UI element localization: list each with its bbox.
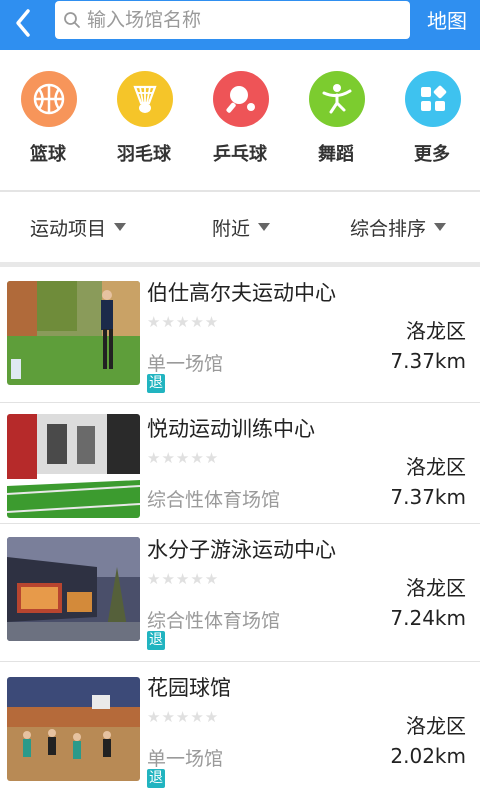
shuttlecock-icon [117,71,173,127]
venue-item[interactable]: 悦动运动训练中心 ★★★★★ 洛龙区 综合性体育场馆 7.37km [0,403,480,524]
dropdown-triangle-icon [258,223,271,231]
venue-list: 伯仕高尔夫运动中心 ★★★★★ 洛龙区 单一场馆 7.37km 退 悦动运动训练… [0,267,480,800]
venue-type: 综合性体育场馆 [147,610,281,632]
venue-photo-gym [7,414,140,518]
venue-item[interactable]: 伯仕高尔夫运动中心 ★★★★★ 洛龙区 单一场馆 7.37km 退 [0,267,480,403]
rating-stars: ★★★★★ [147,570,220,588]
category-label: 羽毛球 [117,144,171,165]
refund-badge: 退 [147,374,165,393]
dropdown-triangle-icon [114,223,127,231]
filter-label: 综合排序 [350,217,427,240]
venue-distance: 2.02km [390,744,466,768]
venue-type: 单一场馆 [147,353,224,375]
venue-photo-court [7,677,140,781]
category-badminton[interactable]: 羽毛球 [96,50,192,190]
search-box[interactable] [55,1,410,39]
filter-nearby[interactable]: 附近 [212,214,271,240]
filter-label: 附近 [212,217,251,240]
rating-stars: ★★★★★ [147,708,220,726]
venue-name: 悦动运动训练中心 [147,417,315,441]
category-basketball[interactable]: 篮球 [0,50,96,190]
venue-item[interactable]: 水分子游泳运动中心 ★★★★★ 洛龙区 综合性体育场馆 7.24km 退 [0,524,480,662]
venue-distance: 7.37km [390,485,466,509]
filter-sort[interactable]: 综合排序 [350,214,447,240]
category-label: 乒乓球 [213,144,267,165]
venue-type: 单一场馆 [147,748,224,770]
top-bar: 地图 [0,0,480,50]
rating-stars: ★★★★★ [147,449,220,467]
basketball-icon [21,71,77,127]
category-label: 篮球 [30,144,66,165]
search-input[interactable] [87,1,402,39]
filter-bar: 运动项目 附近 综合排序 [0,192,480,262]
venue-name: 伯仕高尔夫运动中心 [147,281,336,305]
venue-name: 花园球馆 [147,676,231,700]
venue-photo-golf [7,281,140,385]
venue-name: 水分子游泳运动中心 [147,538,336,562]
filter-label: 运动项目 [30,217,107,240]
back-arrow-icon [16,9,30,37]
ping-pong-icon [213,71,269,127]
venue-district: 洛龙区 [406,455,466,479]
venue-district: 洛龙区 [406,714,466,738]
category-label: 更多 [414,144,450,165]
venue-district: 洛龙区 [406,319,466,343]
grid-icon [405,71,461,127]
category-label: 舞蹈 [318,144,354,165]
refund-badge: 退 [147,631,165,650]
category-dance[interactable]: 舞蹈 [288,50,384,190]
venue-item[interactable]: 花园球馆 ★★★★★ 洛龙区 单一场馆 2.02km 退 [0,662,480,800]
category-ping-pong[interactable]: 乒乓球 [192,50,288,190]
dropdown-triangle-icon [434,223,447,231]
refund-badge: 退 [147,769,165,788]
venue-distance: 7.24km [390,606,466,630]
filter-sport-type[interactable]: 运动项目 [30,214,127,240]
venue-type: 综合性体育场馆 [147,489,281,511]
back-button[interactable] [6,5,46,45]
category-row: 篮球 羽毛球 乒乓球 舞蹈 更多 [0,50,480,190]
map-button[interactable]: 地图 [427,6,467,36]
search-icon [64,12,80,28]
venue-district: 洛龙区 [406,576,466,600]
venue-distance: 7.37km [390,349,466,373]
venue-photo-pool [7,537,140,641]
rating-stars: ★★★★★ [147,313,220,331]
dance-icon [309,71,365,127]
category-more[interactable]: 更多 [384,50,480,190]
